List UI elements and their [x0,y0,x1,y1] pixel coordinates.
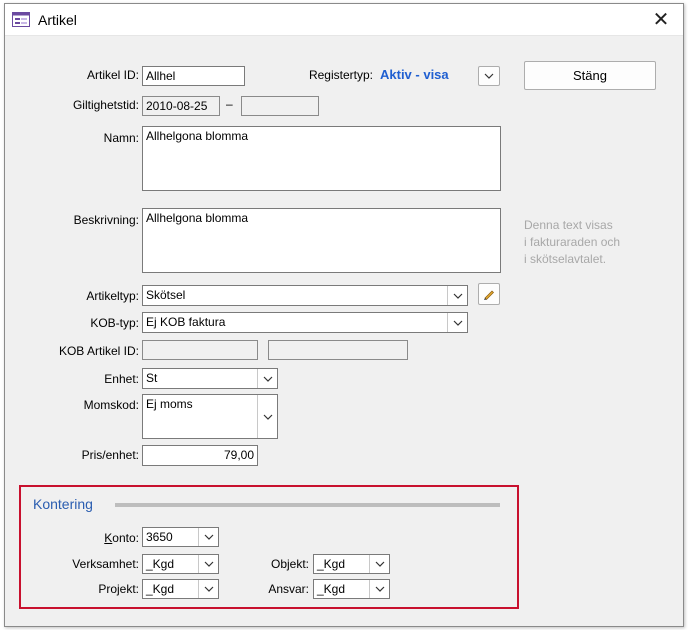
momskod-list[interactable]: Ej moms [142,394,278,439]
close-button[interactable]: Stäng [524,61,656,90]
kob-typ-combo[interactable]: Ej KOB faktura [142,312,468,333]
close-button-label: Stäng [573,68,607,83]
projekt-value: _Kgd [146,582,175,596]
ansvar-dropdown[interactable] [369,580,389,598]
hint-line-2: i fakturaraden och [524,235,621,249]
close-icon[interactable]: ✕ [639,4,683,35]
konto-value: 3650 [146,530,173,544]
kontering-divider [115,503,500,507]
momskod-dropdown[interactable] [257,395,277,438]
chevron-down-icon [375,561,384,567]
kob-artikel-id-input-1[interactable] [142,340,258,360]
hint-line-3: i skötselavtalet. [524,252,607,266]
chevron-down-icon [204,586,213,592]
chevron-down-icon [375,586,384,592]
artikel-window: Artikel ✕ Artikel ID: Allhel Registertyp… [4,3,684,627]
objekt-combo[interactable]: _Kgd [313,554,390,574]
description-hint: Denna text visas i fakturaraden och i sk… [524,217,620,268]
hint-line-1: Denna text visas [524,218,613,232]
verksamhet-combo[interactable]: _Kgd [142,554,219,574]
artikeltyp-dropdown[interactable] [447,286,467,305]
ansvar-combo[interactable]: _Kgd [313,579,390,599]
verksamhet-value: _Kgd [146,557,175,571]
edit-artikeltyp-button[interactable] [478,283,500,305]
verksamhet-dropdown[interactable] [198,555,218,573]
momskod-label: Momskod: [83,398,139,412]
kontering-title: Kontering [33,496,93,512]
kob-artikel-id-input-2[interactable] [268,340,408,360]
chevron-down-icon [263,414,272,420]
konto-combo[interactable]: 3650 [142,527,219,547]
enhet-label: Enhet: [104,372,139,386]
namn-textarea[interactable]: Allhelgona blomma [142,126,501,191]
form-window-icon [12,12,30,27]
verksamhet-label: Verksamhet: [72,557,139,571]
momskod-value: Ej moms [146,397,193,411]
giltig-from-input[interactable]: 2010-08-25 [142,96,220,116]
artikeltyp-combo[interactable]: Skötsel [142,285,468,306]
chevron-down-icon [204,534,213,540]
objekt-dropdown[interactable] [369,555,389,573]
objekt-label: Objekt: [270,557,309,571]
beskrivning-textarea[interactable]: Allhelgona blomma [142,208,501,273]
projekt-dropdown[interactable] [198,580,218,598]
pencil-icon [484,290,494,300]
pris-enhet-input[interactable]: 79,00 [142,445,258,466]
objekt-value: _Kgd [317,557,346,571]
artikeltyp-label: Artikeltyp: [86,289,139,303]
projekt-combo[interactable]: _Kgd [142,579,219,599]
giltig-to-input[interactable] [241,96,319,116]
artikel-id-input[interactable]: Allhel [142,66,245,86]
date-separator: – [226,97,233,111]
kob-typ-label: KOB-typ: [90,316,139,330]
window-title: Artikel [38,12,77,28]
registertyp-label: Registertyp: [308,68,373,82]
enhet-combo[interactable]: St [142,368,278,389]
artikel-id-label: Artikel ID: [86,68,139,82]
namn-label: Namn: [103,131,139,145]
projekt-label: Projekt: [98,582,139,596]
kob-artikel-id-label: KOB Artikel ID: [58,344,139,358]
ansvar-label: Ansvar: [268,582,309,596]
ansvar-value: _Kgd [317,582,346,596]
chevron-down-icon [453,293,462,299]
kob-typ-value: Ej KOB faktura [146,315,226,329]
pris-enhet-label: Pris/enhet: [81,448,139,462]
enhet-value: St [146,371,158,385]
chevron-down-icon [484,73,494,79]
beskrivning-label: Beskrivning: [73,213,139,227]
registertyp-dropdown-button[interactable] [478,66,500,86]
konto-label: Konto: [104,531,139,545]
chevron-down-icon [453,320,462,326]
title-bar: Artikel ✕ [5,4,683,36]
kob-typ-dropdown[interactable] [447,313,467,332]
enhet-dropdown[interactable] [257,369,277,388]
registertyp-value: Aktiv - visa [380,67,449,82]
konto-dropdown[interactable] [198,528,218,546]
chevron-down-icon [263,376,272,382]
artikeltyp-value: Skötsel [146,288,186,302]
chevron-down-icon [204,561,213,567]
giltighetstid-label: Giltighetstid: [72,98,139,112]
